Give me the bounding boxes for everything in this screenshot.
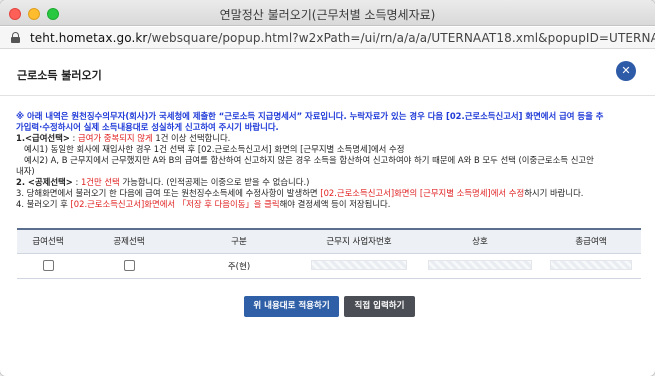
col-header-category[interactable]: 구분 — [179, 228, 299, 254]
item3-text-end: 하시기 바랍니다. — [524, 188, 584, 198]
notice-warning: ※ 아래 내역은 원천징수의무자(회사)가 국세청에 제출한 “근로소득 지급명… — [16, 111, 641, 133]
company-name-cell — [419, 253, 541, 279]
notice-warning-line1: ※ 아래 내역은 원천징수의무자(회사)가 국세청에 제출한 “근로소득 지급명… — [16, 111, 604, 121]
notice-item-3: 3. 당해화면에서 불러오기 한 다음에 급여 또는 원천징수소득세에 수정사항… — [16, 188, 641, 199]
item1-text: 1건 이상 선택합니다. — [152, 133, 231, 143]
col-header-salary-select[interactable]: 급여선택 — [17, 228, 79, 254]
item1-highlight: 급여가 중복되지 않게 — [78, 133, 153, 143]
item2-label: 2. <공제선택> — [16, 177, 73, 187]
business-number-cell — [299, 253, 419, 279]
notice-item-2: 2. <공제선택> : 1건만 선택 가능합니다. (인적공제는 이중으로 받을… — [16, 177, 641, 188]
popup-window: 연말정산 불러오기(근무처별 소득명세자료) teht.hometax.go.k… — [0, 0, 655, 376]
item2-text: 가능합니다. (인적공제는 이중으로 받을 수 없습니다.) — [119, 177, 310, 187]
masked-value — [311, 260, 407, 271]
notice-warning-line2: 가입력·수정하시어 실제 소득내용대로 성실하게 신고하여 주시기 바랍니다. — [16, 122, 279, 132]
notice-item-4: 4. 불러오기 후 [02.근로소득신고서]화면에서 「저장 후 다음이동」을 … — [16, 199, 641, 210]
dialog-title: 근로소득 불러오기 — [17, 69, 102, 82]
col-header-company-name[interactable]: 상호 — [419, 228, 541, 254]
income-table: 급여선택 공제선택 구분 근무지 사업자번호 상호 총급여액 주(현) — [17, 228, 641, 279]
category-cell: 주(현) — [179, 253, 299, 279]
deduction-select-cell — [79, 253, 179, 279]
instructions-notice: ※ 아래 내역은 원천징수의무자(회사)가 국세청에 제출한 “근로소득 지급명… — [16, 111, 641, 210]
item3-highlight: [02.근로소득신고서]화면의 [근무지별 소득명세]에서 수정 — [320, 188, 525, 198]
window-title: 연말정산 불러오기(근무처별 소득명세자료) — [219, 8, 436, 22]
table-row: 주(현) — [17, 253, 641, 279]
notice-item-1: 1.<급여선택> : 급여가 중복되지 않게 1건 이상 선택합니다. — [16, 133, 641, 144]
lock-icon — [11, 32, 20, 43]
table-header-row: 급여선택 공제선택 구분 근무지 사업자번호 상호 총급여액 — [17, 228, 641, 254]
dialog-header: 근로소득 불러오기 — [0, 50, 655, 96]
item4-text-end: 해야 결정세액 등이 저장됩니다. — [279, 199, 391, 209]
salary-select-cell — [17, 253, 79, 279]
url-host: teht.hometax.go.kr — [30, 31, 148, 45]
masked-value — [428, 260, 532, 271]
manual-input-button[interactable]: 직접 입력하기 — [344, 296, 415, 317]
close-icon[interactable]: ✕ — [616, 61, 636, 81]
item4-highlight: [02.근로소득신고서]화면에서 「저장 후 다음이동」을 클릭 — [70, 199, 280, 209]
item1-sep: : — [69, 133, 79, 143]
window-titlebar: 연말정산 불러오기(근무처별 소득명세자료) — [0, 0, 655, 26]
col-header-business-number[interactable]: 근무지 사업자번호 — [299, 228, 419, 254]
url-text[interactable]: teht.hometax.go.kr/websquare/popup.html?… — [30, 31, 655, 45]
notice-example-2: 예시2) A, B 근무지에서 근무했지만 A와 B의 급여를 합산하여 신고하… — [24, 155, 594, 165]
col-header-total-salary[interactable]: 총급여액 — [541, 228, 641, 254]
notice-example-2-cont: 내자) — [16, 166, 35, 176]
col-header-deduction-select[interactable]: 공제선택 — [79, 228, 179, 254]
notice-example-1: 예시1) 동일한 회사에 재입사한 경우 1건 선택 후 [02.근로소득신고서… — [24, 144, 405, 154]
masked-value — [550, 260, 632, 271]
salary-select-checkbox[interactable] — [42, 260, 54, 271]
deduction-select-checkbox[interactable] — [123, 260, 135, 271]
item1-label: 1.<급여선택> — [16, 133, 70, 143]
item2-highlight: 1건만 선택 — [80, 177, 120, 187]
url-path: /websquare/popup.html?w2xPath=/ui/rn/a/a… — [147, 31, 655, 45]
item4-text: 4. 불러오기 후 — [16, 199, 71, 209]
item2-sep: : — [72, 177, 81, 187]
item3-text: 3. 당해화면에서 불러오기 한 다음에 급여 또는 원천징수소득세에 수정사항… — [16, 188, 321, 198]
total-salary-cell — [541, 253, 641, 279]
address-bar[interactable]: teht.hometax.go.kr/websquare/popup.html?… — [0, 27, 655, 49]
apply-button[interactable]: 위 내용대로 적용하기 — [244, 296, 339, 317]
